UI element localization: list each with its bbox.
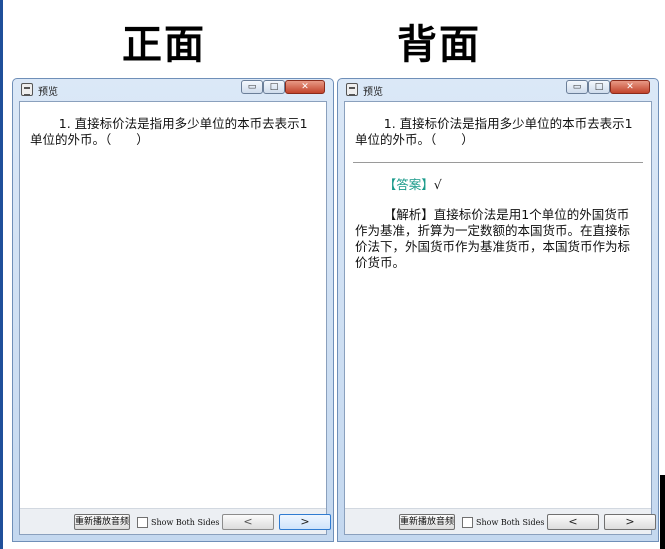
close-button[interactable]: ✕ [285, 80, 325, 94]
title-bar[interactable]: 预览 ▭ □ ✕ [19, 79, 327, 101]
show-both-sides-checkbox[interactable] [137, 516, 148, 528]
answer-value: √ [433, 177, 442, 192]
previous-button[interactable]: < [547, 514, 599, 530]
previous-button[interactable]: < [222, 514, 274, 530]
card-back: 1. 直接标价法是指用多少单位的本币去表示1单位的外币。（ ） 【答案】√ 【解… [345, 102, 651, 508]
maximize-button[interactable]: □ [263, 80, 285, 94]
desktop-edge-right [660, 475, 665, 549]
desktop-edge-left [0, 0, 3, 549]
window-title: 预览 [363, 87, 383, 98]
question-text: 1. 直接标价法是指用多少单位的本币去表示1单位的外币。（ ） [30, 116, 308, 147]
show-both-sides-label: Show Both Sides [151, 517, 220, 527]
front-heading: 正面 [122, 21, 206, 68]
back-heading: 背面 [397, 21, 481, 68]
show-both-sides-toggle[interactable]: Show Both Sides [462, 515, 544, 529]
maximize-button[interactable]: □ [588, 80, 610, 94]
minimize-button[interactable]: ▭ [566, 80, 588, 94]
replay-audio-button[interactable]: 重新播放音频 [399, 514, 455, 530]
question-text: 1. 直接标价法是指用多少单位的本币去表示1单位的外币。（ ） [355, 116, 633, 147]
next-button[interactable]: > [279, 514, 331, 530]
window-title: 预览 [38, 87, 58, 98]
analysis-text: 【解析】直接标价法是用1个单位的外国货币作为基准，折算为一定数额的本国货币。在直… [355, 207, 631, 270]
card-footer: 重新播放音频 Show Both Sides < > [345, 508, 656, 534]
title-bar[interactable]: 预览 ▭ □ ✕ [344, 79, 652, 101]
answer-tag: 【答案】 [383, 177, 434, 192]
app-icon [21, 83, 33, 96]
answer-divider [353, 162, 643, 163]
card-content-area: 1. 直接标价法是指用多少单位的本币去表示1单位的外币。（ ） 重新播放音频 S… [19, 101, 331, 535]
app-icon [346, 83, 358, 96]
card-footer: 重新播放音频 Show Both Sides < > [20, 508, 331, 534]
preview-window-back: 预览 ▭ □ ✕ 1. 直接标价法是指用多少单位的本币去表示1单位的外币。（ ）… [337, 78, 659, 542]
close-button[interactable]: ✕ [610, 80, 650, 94]
next-button[interactable]: > [604, 514, 656, 530]
show-both-sides-toggle[interactable]: Show Both Sides [137, 515, 219, 529]
card-front: 1. 直接标价法是指用多少单位的本币去表示1单位的外币。（ ） [20, 102, 326, 508]
show-both-sides-checkbox[interactable] [462, 516, 473, 528]
minimize-button[interactable]: ▭ [241, 80, 263, 94]
card-content-area: 1. 直接标价法是指用多少单位的本币去表示1单位的外币。（ ） 【答案】√ 【解… [344, 101, 656, 535]
preview-window-front: 预览 ▭ □ ✕ 1. 直接标价法是指用多少单位的本币去表示1单位的外币。（ ）… [12, 78, 334, 542]
answer-line: 【答案】√ [355, 177, 641, 193]
show-both-sides-label: Show Both Sides [476, 517, 545, 527]
replay-audio-button[interactable]: 重新播放音频 [74, 514, 130, 530]
